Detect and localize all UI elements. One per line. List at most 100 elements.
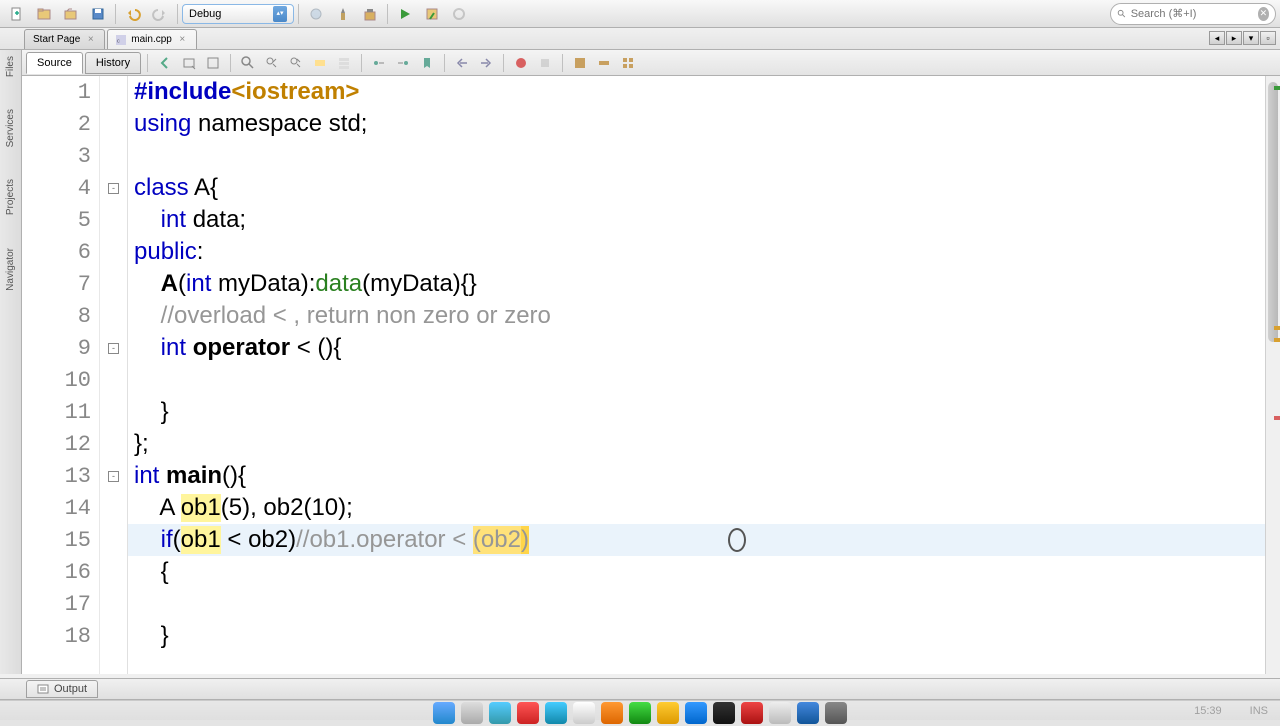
scrollbar-thumb[interactable] xyxy=(1268,82,1278,342)
dock-app-icon[interactable] xyxy=(433,702,455,724)
dock-app-icon[interactable] xyxy=(685,702,707,724)
run-config-select[interactable]: Debug ▴▾ xyxy=(182,4,294,24)
clean-build-button[interactable] xyxy=(330,2,356,26)
find-prev-button[interactable] xyxy=(261,52,283,74)
macro-button[interactable] xyxy=(534,52,556,74)
nav-forward-button[interactable] xyxy=(202,52,224,74)
line-number: 2 xyxy=(22,108,99,140)
dock-app-icon[interactable] xyxy=(713,702,735,724)
tab-start-page[interactable]: Start Page × xyxy=(24,29,105,49)
tab-label: Start Page xyxy=(33,34,80,45)
output-tab[interactable]: Output xyxy=(26,680,98,698)
shift-left-button[interactable] xyxy=(451,52,473,74)
line-number: 5 xyxy=(22,204,99,236)
new-file-button[interactable] xyxy=(4,2,30,26)
tab-label: main.cpp xyxy=(131,34,172,45)
uncomment-button[interactable] xyxy=(593,52,615,74)
dock-app-icon[interactable] xyxy=(657,702,679,724)
main-toolbar: Debug ▴▾ ✕ xyxy=(0,0,1280,28)
find-next-button[interactable] xyxy=(285,52,307,74)
vertical-scrollbar[interactable] xyxy=(1265,76,1280,674)
dock-app-icon[interactable] xyxy=(517,702,539,724)
search-input[interactable] xyxy=(1131,8,1254,20)
open-button[interactable] xyxy=(58,2,84,26)
dock-app-icon[interactable] xyxy=(825,702,847,724)
toggle-bookmarks-button[interactable] xyxy=(333,52,355,74)
code-editor[interactable]: 1 2 3 4 5 6 7 8 9 10 11 12 13 14 15 16 1… xyxy=(22,76,1280,674)
line-number: 17 xyxy=(22,588,99,620)
rail-services[interactable]: Services xyxy=(5,109,16,147)
close-icon[interactable]: × xyxy=(177,34,188,45)
editor-toolbar: Source History xyxy=(22,50,1280,76)
scroll-tabs-right-button[interactable]: ▸ xyxy=(1226,31,1242,45)
macos-dock xyxy=(0,700,1280,726)
fold-gutter: - - - xyxy=(100,76,128,674)
close-icon[interactable]: × xyxy=(85,34,96,45)
search-box[interactable]: ✕ xyxy=(1110,3,1276,25)
line-number: 18 xyxy=(22,620,99,652)
dock-app-icon[interactable] xyxy=(489,702,511,724)
undo-button[interactable] xyxy=(120,2,146,26)
comment-button[interactable] xyxy=(569,52,591,74)
redo-button[interactable] xyxy=(147,2,173,26)
build-button[interactable] xyxy=(303,2,329,26)
left-rail: Files Services Projects Navigator xyxy=(0,50,22,674)
line-number-gutter: 1 2 3 4 5 6 7 8 9 10 11 12 13 14 15 16 1… xyxy=(22,76,100,674)
tab-main-cpp[interactable]: c main.cpp × xyxy=(107,29,197,49)
save-all-button[interactable] xyxy=(85,2,111,26)
next-bookmark-button[interactable] xyxy=(392,52,414,74)
rail-projects[interactable]: Projects xyxy=(5,179,16,215)
line-number: 11 xyxy=(22,396,99,428)
document-tab-bar: Start Page × c main.cpp × ◂ ▸ ▾ ▫ xyxy=(0,28,1280,50)
line-number: 3 xyxy=(22,140,99,172)
breakpoint-button[interactable] xyxy=(510,52,532,74)
error-stripe-mark[interactable] xyxy=(1274,86,1280,90)
editor-tab-history[interactable]: History xyxy=(85,52,141,74)
run-button[interactable] xyxy=(392,2,418,26)
error-stripe-mark[interactable] xyxy=(1274,416,1280,420)
maximize-pane-button[interactable]: ▫ xyxy=(1260,31,1276,45)
line-number: 12 xyxy=(22,428,99,460)
dock-app-icon[interactable] xyxy=(769,702,791,724)
fold-handle[interactable]: - xyxy=(108,343,119,354)
line-number: 9 xyxy=(22,332,99,364)
bottom-panel-bar: Output xyxy=(0,678,1280,700)
dock-app-icon[interactable] xyxy=(629,702,651,724)
debug-button[interactable] xyxy=(419,2,445,26)
dock-app-icon[interactable] xyxy=(573,702,595,724)
nav-back-button[interactable] xyxy=(154,52,176,74)
line-number: 14 xyxy=(22,492,99,524)
rail-files[interactable]: Files xyxy=(5,56,16,77)
error-stripe-mark[interactable] xyxy=(1274,338,1280,342)
line-number: 4 xyxy=(22,172,99,204)
toggle-bookmark-button[interactable] xyxy=(416,52,438,74)
line-number: 15 xyxy=(22,524,99,556)
toggle-highlight-button[interactable] xyxy=(309,52,331,74)
dock-app-icon[interactable] xyxy=(545,702,567,724)
dock-app-icon[interactable] xyxy=(601,702,623,724)
find-button[interactable] xyxy=(237,52,259,74)
line-number: 7 xyxy=(22,268,99,300)
new-project-button[interactable] xyxy=(31,2,57,26)
search-icon xyxy=(1117,8,1127,20)
minimize-pane-button[interactable]: ▾ xyxy=(1243,31,1259,45)
error-stripe-mark[interactable] xyxy=(1274,326,1280,330)
build-project-button[interactable] xyxy=(357,2,383,26)
output-label: Output xyxy=(54,683,87,695)
shift-right-button[interactable] xyxy=(475,52,497,74)
search-clear-icon[interactable]: ✕ xyxy=(1258,7,1269,21)
profile-button[interactable] xyxy=(446,2,472,26)
scroll-tabs-left-button[interactable]: ◂ xyxy=(1209,31,1225,45)
rail-navigator[interactable]: Navigator xyxy=(5,248,16,291)
prev-bookmark-button[interactable] xyxy=(368,52,390,74)
dock-app-icon[interactable] xyxy=(797,702,819,724)
dock-app-icon[interactable] xyxy=(461,702,483,724)
nav-dropdown-button[interactable] xyxy=(178,52,200,74)
select-arrows-icon: ▴▾ xyxy=(273,6,287,22)
fold-handle[interactable]: - xyxy=(108,471,119,482)
editor-tab-source[interactable]: Source xyxy=(26,52,83,74)
dock-app-icon[interactable] xyxy=(741,702,763,724)
code-content[interactable]: #include<iostream> using namespace std; … xyxy=(128,76,1280,674)
fold-handle[interactable]: - xyxy=(108,183,119,194)
format-button[interactable] xyxy=(617,52,639,74)
